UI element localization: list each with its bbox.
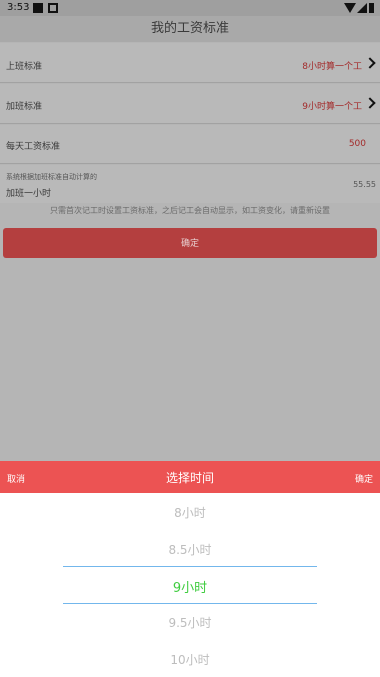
status-time: 3:53: [7, 2, 30, 13]
row-overtime-standard[interactable]: 加班标准 9小时算一个工: [0, 84, 380, 124]
signal-icon: [357, 3, 367, 13]
row-label: 加班标准: [6, 102, 43, 112]
overtime-hint: 系统根据加班标准自动计算的: [6, 173, 97, 181]
notification-icon-2: [48, 3, 58, 13]
row-daily-wage[interactable]: 每天工资标准 500: [0, 125, 380, 164]
status-icons: [344, 3, 374, 13]
time-wheel[interactable]: 8小时 8.5小时 9小时 9.5小时 10小时: [0, 493, 380, 677]
battery-icon: [369, 3, 374, 13]
wheel-item[interactable]: 9.5小时: [0, 614, 380, 631]
row-value: 8小时算一个工: [302, 62, 362, 72]
chevron-right-icon: [364, 97, 376, 109]
row-label: 每天工资标准: [6, 142, 61, 152]
wheel-item[interactable]: 8.5小时: [0, 541, 380, 558]
page-title: 我的工资标准: [0, 16, 380, 42]
notification-icon: [33, 3, 43, 13]
daily-wage-input[interactable]: 500: [349, 139, 366, 149]
chevron-right-icon: [364, 57, 376, 69]
confirm-button[interactable]: 确定: [3, 228, 377, 258]
row-overtime-hour: [0, 165, 380, 203]
overtime-value: 55.55: [353, 180, 376, 189]
picker-header: 取消 选择时间 确定: [0, 461, 380, 493]
wheel-divider-top: [63, 566, 317, 567]
row-work-standard[interactable]: 上班标准 8小时算一个工: [0, 43, 380, 83]
wheel-item-selected[interactable]: 9小时: [0, 577, 380, 596]
row-label: 上班标准: [6, 62, 43, 72]
wheel-divider-bottom: [63, 603, 317, 604]
note-text: 只需首次记工时设置工资标准，之后记工会自动显示，如工资变化，请重新设置: [50, 206, 330, 215]
wheel-item[interactable]: 8小时: [0, 504, 380, 521]
wheel-item[interactable]: 10小时: [0, 651, 380, 668]
picker-title: 选择时间: [165, 471, 214, 485]
picker-confirm-button[interactable]: 确定: [355, 472, 373, 485]
status-bar: 3:53: [0, 0, 380, 16]
wifi-icon: [344, 3, 356, 13]
overtime-label: 加班一小时: [6, 189, 52, 199]
row-value: 9小时算一个工: [302, 102, 362, 112]
